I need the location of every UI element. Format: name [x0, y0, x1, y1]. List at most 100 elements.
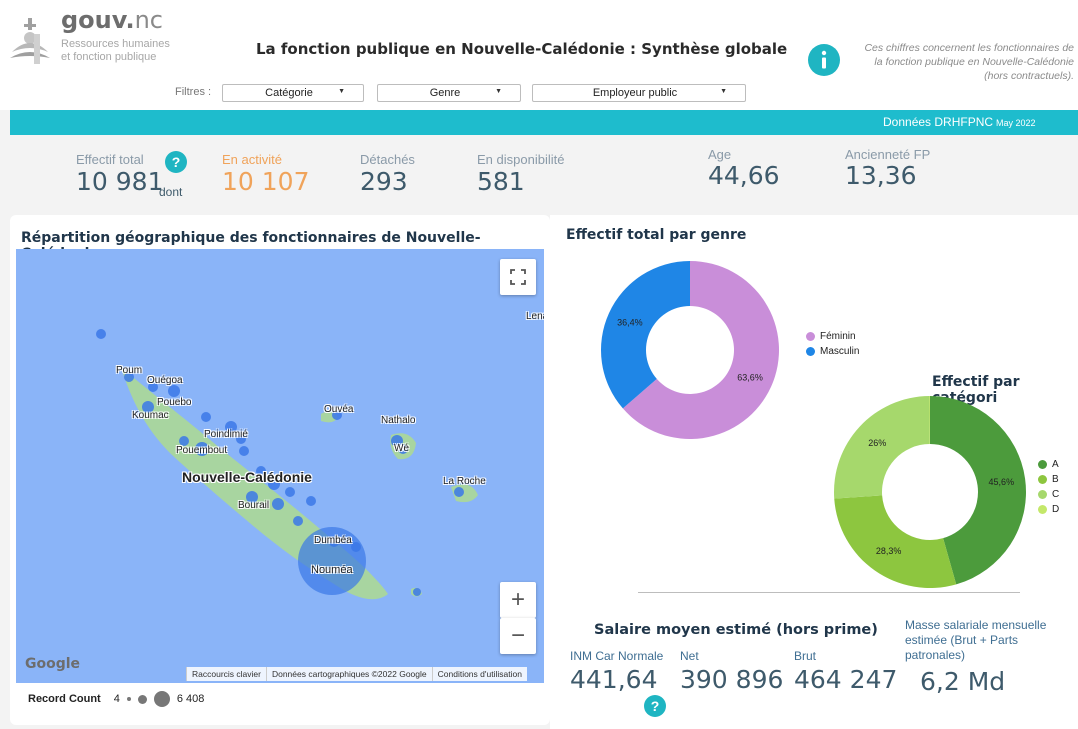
map-footer: Raccourcis clavier Données cartographiqu… [186, 667, 527, 681]
chevron-down-icon: ▼ [720, 88, 727, 95]
legend-min: 4 [113, 693, 120, 705]
filter-categorie-label: Catégorie [265, 87, 313, 99]
map-label-we: Wé [394, 443, 409, 454]
keyboard-shortcuts-link[interactable]: Raccourcis clavier [186, 667, 266, 681]
legend-dot-small [126, 697, 131, 701]
kpi-age-label: Age [708, 147, 732, 162]
map-label-nathalo: Nathalo [381, 415, 416, 426]
inm-value: 441,64 [570, 665, 658, 694]
mass-value: 6,2 Md [920, 667, 1006, 696]
filter-employeur[interactable]: Employeur public ▼ [532, 84, 746, 102]
kpi-available-value: 581 [477, 167, 525, 196]
legend-label: Féminin [820, 331, 856, 342]
donut-data-label: 36,4% [617, 318, 643, 328]
map-label-pouembout: Pouembout [176, 445, 228, 456]
zoom-out-button[interactable]: − [500, 618, 536, 654]
help-icon[interactable]: ? [165, 151, 187, 173]
filters-label: Filtres : [175, 86, 212, 98]
chevron-down-icon: ▼ [495, 88, 502, 95]
mass-label: Masse salariale mensuelle estimée (Brut … [905, 618, 1047, 662]
inm-label: INM Car Normale [570, 649, 664, 663]
filter-genre[interactable]: Genre ▼ [377, 84, 521, 102]
logo-subtitle-line: Ressources humaines [61, 38, 170, 50]
logo-suffix: nc [134, 6, 163, 34]
zoom-in-button[interactable]: + [500, 582, 536, 618]
map-land [96, 329, 478, 600]
map-label-dumbea: Dumbéa [314, 535, 352, 546]
kpi-detached-value: 293 [360, 167, 408, 196]
kpi-age-value: 44,66 [708, 161, 780, 190]
source-label: Données DRHFPNC [883, 115, 994, 129]
info-icon[interactable] [808, 44, 840, 76]
legend-swatch [1038, 505, 1047, 514]
category-donut-chart: 45,6% 28,3% 26% [834, 396, 1027, 588]
salary-title: Salaire moyen estimé (hors prime) [594, 622, 878, 638]
kpi-detached-label: Détachés [360, 152, 415, 167]
kpi-seniority-label: Ancienneté FP [845, 147, 931, 162]
legend-item-feminin: Féminin [806, 329, 859, 344]
map-label-noumea: Nouméa [311, 564, 353, 576]
legend-item-b: B [1038, 472, 1059, 487]
map-label-nouvelle-caledonie: Nouvelle-Calédonie [182, 469, 312, 485]
map-label-poindimie: Poindimié [204, 429, 248, 440]
legend-label: C [1052, 489, 1060, 500]
net-value: 390 896 [680, 665, 784, 694]
donut-data-label: 45,6% [989, 477, 1015, 487]
logo-emblem-icon [10, 18, 50, 64]
legend-label: Masculin [820, 346, 860, 357]
kpi-available-label: En disponibilité [477, 152, 565, 167]
legend-item-a: A [1038, 457, 1059, 472]
legend-swatch [1038, 460, 1047, 469]
legend-item-c: C [1038, 487, 1059, 502]
donut-slice-b[interactable] [834, 495, 957, 588]
logo-wordmark[interactable]: gouv.nc [61, 6, 163, 34]
google-logo[interactable]: Google [25, 656, 80, 672]
map-size-legend: Record Count 4 6 408 [28, 691, 204, 707]
map-label-pouebo: Pouebo [157, 397, 192, 408]
terms-link[interactable]: Conditions d'utilisation [431, 667, 527, 681]
legend-swatch [1038, 475, 1047, 484]
header: gouv.nc Ressources humaines et fonction … [0, 0, 1078, 110]
map-label-lena: Lena [526, 311, 544, 322]
map-label-ouegoa: Ouégoa [147, 375, 183, 386]
divider [638, 592, 1020, 593]
kpi-band: Effectif total 10 981 dont ? En activité… [0, 135, 1078, 213]
legend-dot-large [153, 691, 170, 707]
info-note: Ces chiffres concernent les fonctionnair… [846, 41, 1074, 83]
legend-label: B [1052, 474, 1059, 485]
filter-employeur-label: Employeur public [592, 87, 678, 99]
kpi-total-suffix: dont [159, 185, 183, 199]
kpi-total-label: Effectif total [76, 152, 144, 167]
source-banner: Données DRHFPNC May 2022 [10, 110, 1078, 135]
map-label-ouvea: Ouvéa [324, 404, 354, 415]
gender-donut-chart: 63,6% 36,4% [601, 261, 779, 439]
map-label-poum: Poum [116, 365, 143, 376]
filter-genre-label: Genre [429, 87, 461, 99]
donut-slice-masculin[interactable] [601, 261, 690, 409]
donut-data-label: 28,3% [876, 546, 902, 556]
kpi-seniority-value: 13,36 [845, 161, 917, 190]
legend-item-d: D [1038, 502, 1059, 517]
kpi-active-label: En activité [222, 152, 282, 167]
brut-label: Brut [794, 649, 817, 663]
legend-swatch [806, 347, 815, 356]
legend-max: 6 408 [176, 693, 205, 705]
map-label-koumac: Koumac [132, 410, 169, 421]
logo-subtitle: Ressources humaines et fonction publique [61, 38, 170, 64]
legend-swatch [806, 332, 815, 341]
legend-swatch [1038, 490, 1047, 499]
map-canvas[interactable]: Poum Ouégoa Pouebo Koumac Ouvéa Nathalo … [16, 249, 544, 683]
help-icon[interactable]: ? [644, 695, 666, 717]
logo-subtitle-line: et fonction publique [61, 51, 157, 63]
filter-categorie[interactable]: Catégorie ▼ [222, 84, 364, 102]
net-label: Net [680, 649, 699, 663]
gender-chart-title: Effectif total par genre [566, 227, 747, 243]
legend-dot-medium [137, 694, 147, 704]
fullscreen-button[interactable] [500, 259, 536, 295]
logo-text: gouv. [61, 6, 135, 34]
gender-legend: Féminin Masculin [806, 329, 859, 359]
info-note-line: la fonction publique en Nouvelle-Calédon… [874, 56, 1074, 68]
charts-panel: Effectif total par genre 63,6% 36,4% Fémi… [550, 215, 1078, 729]
source-date: May 2022 [996, 118, 1036, 128]
legend-label: D [1052, 504, 1060, 515]
